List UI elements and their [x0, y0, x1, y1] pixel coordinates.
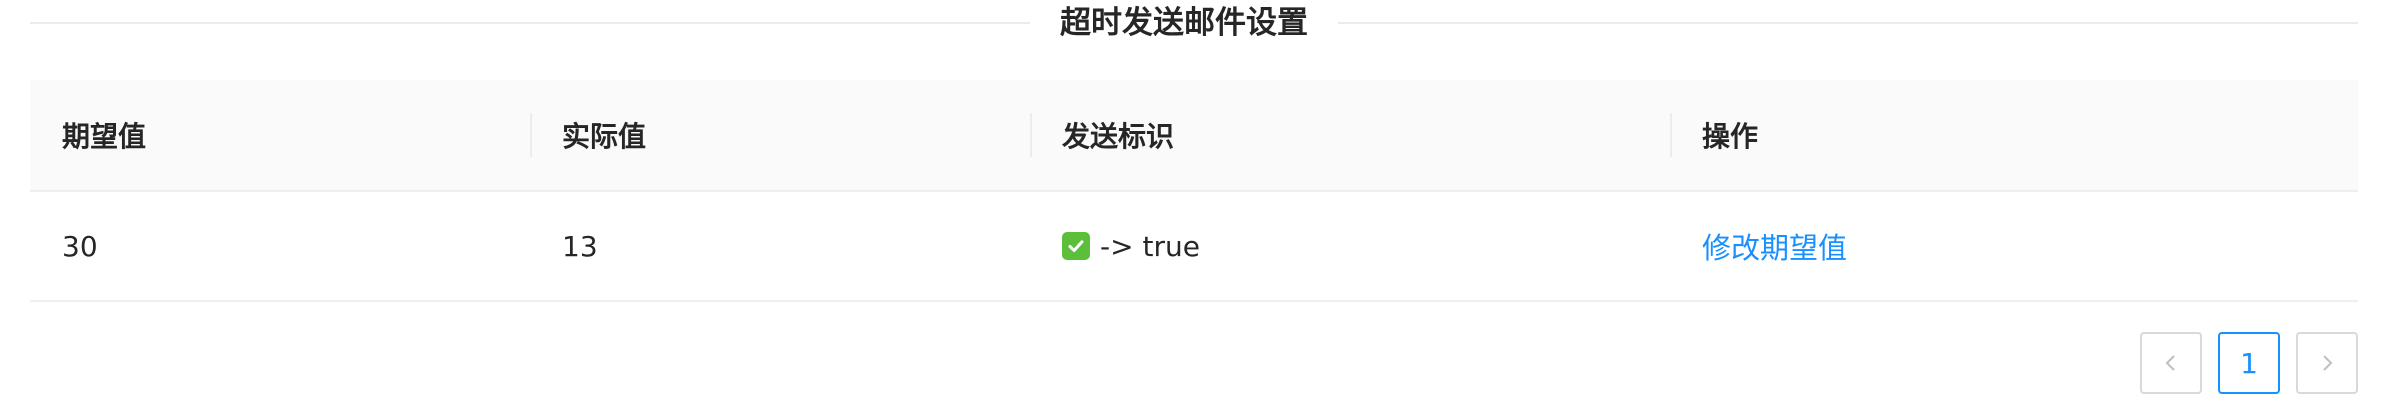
column-header-action: 操作 — [1670, 80, 2358, 190]
column-header-expected: 期望值 — [62, 120, 147, 153]
edit-expected-value-link[interactable]: 修改期望值 — [1702, 225, 1847, 267]
pagination: 1 — [2140, 332, 2358, 394]
settings-table: 期望值 实际值 发送标识 操作 30 13 -> true 修改期望值 — [30, 80, 2358, 302]
flag-text: -> true — [1100, 229, 1200, 263]
section-divider: 超时发送邮件设置 — [30, 0, 2358, 46]
email-timeout-settings-section: 超时发送邮件设置 期望值 实际值 发送标识 操作 30 13 -> true 修… — [30, 0, 2358, 410]
next-page-button[interactable] — [2296, 332, 2358, 394]
table-header: 期望值 实际值 发送标识 操作 — [30, 80, 2358, 192]
cell-expected: 30 — [62, 229, 98, 263]
cell-flag: -> true — [1030, 192, 1670, 300]
cell-actual: 13 — [562, 229, 598, 263]
chevron-right-icon — [2317, 347, 2337, 380]
column-header-flag: 发送标识 — [1030, 80, 1670, 190]
divider-line-left — [30, 22, 1030, 24]
check-mark-icon — [1062, 232, 1090, 260]
divider-line-right — [1338, 22, 2358, 24]
prev-page-button[interactable] — [2140, 332, 2202, 394]
cell-action: 修改期望值 — [1670, 192, 2358, 300]
column-header-actual: 实际值 — [530, 80, 1030, 190]
page-item-current[interactable]: 1 — [2218, 332, 2280, 394]
chevron-left-icon — [2161, 347, 2181, 380]
table-row: 30 13 -> true 修改期望值 — [30, 192, 2358, 302]
section-title: 超时发送邮件设置 — [1060, 5, 1308, 41]
